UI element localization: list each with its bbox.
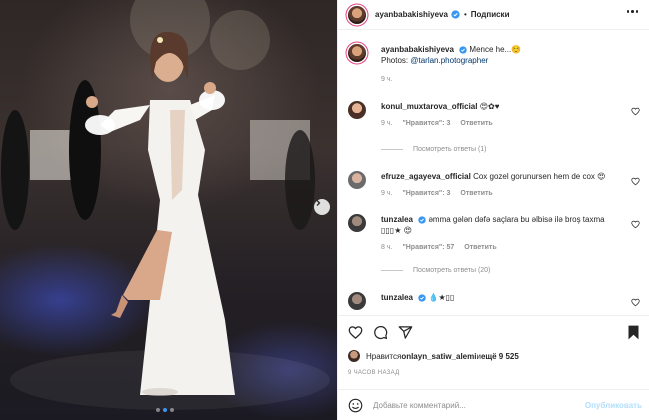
action-bar [338,315,649,345]
smiley-icon[interactable] [348,398,363,413]
verified-badge-icon [418,216,426,224]
comment-username[interactable]: tunzalea [381,215,413,224]
carousel-dot [163,408,167,412]
comment-username[interactable]: konul_muxtarova_official [381,102,477,111]
comment-username[interactable]: tunzalea [381,293,413,302]
comment-likes[interactable]: "Нравится": 3 [402,188,450,199]
chevron-right-icon [316,200,321,206]
post-caption: ayanbabakishiyeva Mence he...☺️ Photos: … [348,44,521,85]
avatar[interactable] [348,101,366,119]
photographer-link[interactable]: @tarlan.photographer [410,56,488,65]
comment-item: konul_muxtarova_official 😍✿♥ 9 ч. "Нрави… [348,101,644,129]
comment-time: 9 ч. [381,120,393,127]
comment-username[interactable]: efruze_agayeva_official [381,172,471,181]
comment-item: efruze_agayeva_official Cox gozel gorunu… [348,171,644,199]
caption-username[interactable]: ayanbabakishiyeva [381,45,454,54]
heart-icon[interactable] [631,177,640,186]
carousel-next-button[interactable] [314,199,330,215]
heart-icon[interactable] [631,220,640,229]
likes-summary: Нравится onlayn_satiw_alemi и ещё 9 525 [348,350,519,362]
caption-text: Mence he...☺️ [469,45,522,54]
comment-time: 8 ч. [381,244,393,251]
verified-badge-icon [451,10,460,19]
paper-plane-icon[interactable] [398,325,413,340]
avatar[interactable] [348,171,366,189]
caption-photos-prefix: Photos: [381,56,411,65]
publish-button[interactable]: Опубликовать [585,401,642,410]
comment-item: tunzalea 💧★▯▯ [348,292,644,310]
carousel-indicator [156,408,174,412]
photo-scene [1,0,330,410]
comment-icon[interactable] [373,325,388,340]
post-photo[interactable] [0,0,337,420]
reply-button[interactable]: Ответить [460,118,492,129]
view-replies-button[interactable]: Посмотреть ответы (20) [381,267,490,274]
bookmark-icon[interactable] [627,325,640,340]
add-comment-bar: Опубликовать [338,389,649,420]
comment-item: tunzalea əmma gələn dəfə saçlara bu əlbi… [348,214,644,253]
comment-likes[interactable]: "Нравится": 3 [402,118,450,129]
post-header: ayanbabakishiyeva • Подписки [338,0,649,30]
reply-button[interactable]: Ответить [460,188,492,199]
comments-list[interactable]: ayanbabakishiyeva Mence he...☺️ Photos: … [338,31,649,315]
header-username[interactable]: ayanbabakishiyeva [375,10,448,19]
comment-text: Cox gozel gorunursen hem de cox 😍 [473,172,606,181]
caption-avatar[interactable] [348,44,366,62]
comment-text: 💧★▯▯ [428,293,455,302]
following-button[interactable]: Подписки [471,10,510,19]
heart-icon[interactable] [631,298,640,307]
comment-input[interactable] [373,400,573,410]
post-side-panel: ayanbabakishiyeva • Подписки ayanbabakis… [337,0,649,420]
header-separator: • [463,10,467,19]
avatar[interactable] [348,5,366,24]
likes-prefix: Нравится [366,351,402,361]
more-dots-icon[interactable] [626,10,638,13]
comment-time: 9 ч. [381,190,393,197]
verified-badge-icon [418,294,426,302]
avatar[interactable] [348,292,366,310]
carousel-dot [156,408,160,412]
likes-user[interactable]: onlayn_satiw_alemi [401,352,476,361]
view-replies-button[interactable]: Посмотреть ответы (1) [381,146,487,153]
likes-count[interactable]: ещё 9 525 [481,352,519,361]
comment-text: əmma gələn dəfə saçlara bu əlbisə ilə br… [381,215,605,235]
caption-time: 9 ч. [381,76,393,83]
view-replies-label: Посмотреть ответы (20) [413,267,491,274]
avatar[interactable] [348,350,360,362]
comment-likes[interactable]: "Нравится": 57 [402,242,454,253]
carousel-dot [170,408,174,412]
posted-time: 9 ЧАСОВ НАЗАД [348,370,400,376]
reply-button[interactable]: Ответить [464,242,496,253]
comment-text: 😍✿♥ [479,102,500,111]
heart-icon[interactable] [631,107,640,116]
view-replies-label: Посмотреть ответы (1) [413,146,487,153]
avatar[interactable] [348,214,366,232]
heart-icon[interactable] [348,325,363,340]
verified-badge-icon [459,46,467,54]
